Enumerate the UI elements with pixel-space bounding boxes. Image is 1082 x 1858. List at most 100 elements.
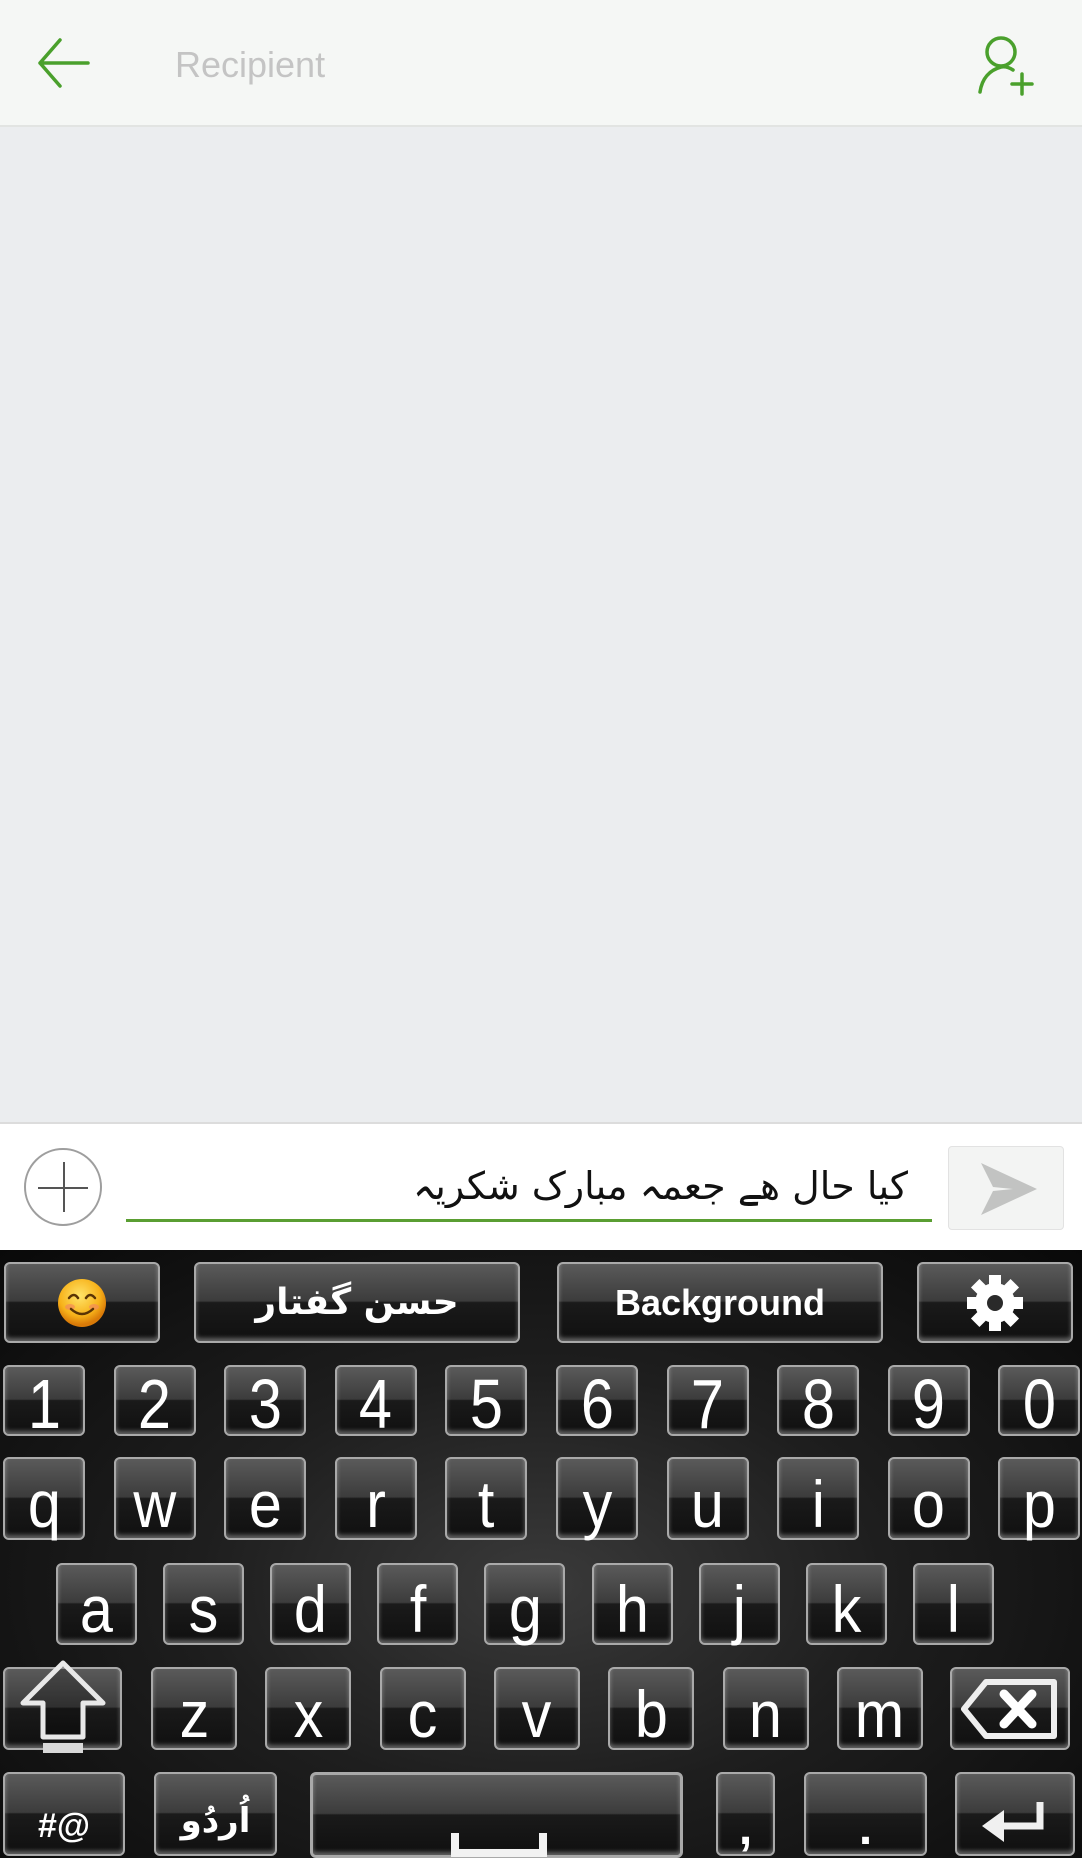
shift-arrow-icon <box>20 1660 106 1753</box>
background-label: Background <box>614 1281 826 1323</box>
key-label: 5 <box>469 1364 503 1443</box>
key-d[interactable]: d <box>270 1563 352 1646</box>
comma-key[interactable]: , <box>716 1772 775 1856</box>
key-label: y <box>582 1466 612 1541</box>
key-l[interactable]: l <box>912 1563 994 1646</box>
key-8[interactable]: 8 <box>777 1364 860 1443</box>
key-label: w <box>133 1466 177 1541</box>
comma-label: , <box>738 1802 753 1855</box>
key-label: r <box>365 1466 386 1541</box>
key-x[interactable]: x <box>265 1667 352 1751</box>
enter-key[interactable] <box>955 1772 1075 1856</box>
language-key[interactable]: اُردُو <box>154 1772 277 1856</box>
smiley-face-icon <box>58 1278 106 1327</box>
shift-key[interactable] <box>3 1660 122 1753</box>
period-key[interactable]: . <box>804 1772 927 1856</box>
key-label: s <box>188 1572 219 1646</box>
key-s[interactable]: s <box>163 1563 245 1646</box>
enter-icon <box>982 1802 1044 1842</box>
key-e[interactable]: e <box>224 1457 307 1540</box>
key-r[interactable]: r <box>334 1457 417 1541</box>
space-key[interactable] <box>310 1772 683 1858</box>
arrow-left-icon <box>38 38 90 88</box>
key-4[interactable]: 4 <box>334 1365 417 1439</box>
gear-icon <box>967 1274 1023 1331</box>
key-label: k <box>831 1572 862 1646</box>
key-5[interactable]: 5 <box>445 1364 528 1443</box>
space-bar-icon <box>451 1833 547 1857</box>
backspace-key[interactable] <box>950 1667 1070 1750</box>
symbols-label: #@ <box>37 1807 91 1845</box>
key-y[interactable]: y <box>556 1457 638 1540</box>
key-9[interactable]: 9 <box>887 1364 970 1443</box>
key-label: f <box>409 1572 427 1646</box>
backspace-icon <box>961 1678 1057 1739</box>
key-label: 8 <box>801 1364 835 1443</box>
key-b[interactable]: b <box>608 1667 695 1751</box>
key-label: u <box>691 1466 725 1541</box>
period-label: . <box>858 1802 873 1855</box>
add-contact-button[interactable] <box>968 30 1038 100</box>
urdu-keyboard: حسن گفتار Background #@ اُردُو , . 1 2 3… <box>0 1250 1082 1858</box>
key-n[interactable]: n <box>722 1667 809 1751</box>
attach-button[interactable] <box>24 1148 102 1226</box>
person-add-icon <box>978 36 1034 96</box>
key-label: t <box>478 1466 495 1541</box>
settings-key[interactable] <box>917 1262 1073 1343</box>
send-button[interactable] <box>948 1146 1064 1230</box>
key-label: n <box>748 1676 783 1751</box>
key-z[interactable]: z <box>151 1667 237 1750</box>
key-label: 3 <box>248 1364 282 1443</box>
key-o[interactable]: o <box>887 1457 970 1541</box>
key-c[interactable]: c <box>379 1667 466 1751</box>
key-label: g <box>508 1572 542 1646</box>
key-k[interactable]: k <box>805 1563 887 1646</box>
background-key[interactable]: Background <box>557 1262 883 1343</box>
key-label: z <box>179 1676 209 1751</box>
key-label: 1 <box>27 1364 61 1443</box>
phrase-label: حسن گفتار <box>255 1281 459 1323</box>
key-label: p <box>1022 1466 1056 1541</box>
key-g[interactable]: g <box>484 1563 566 1646</box>
key-v[interactable]: v <box>493 1667 580 1750</box>
key-label: x <box>293 1676 324 1751</box>
key-3[interactable]: 3 <box>224 1364 307 1443</box>
key-label: l <box>946 1572 960 1646</box>
key-q[interactable]: q <box>3 1457 85 1540</box>
message-input[interactable] <box>126 1152 932 1222</box>
recipient-input[interactable] <box>175 30 935 100</box>
key-label: h <box>615 1572 649 1646</box>
key-2[interactable]: 2 <box>113 1365 196 1439</box>
emoji-key[interactable] <box>4 1262 160 1343</box>
key-j[interactable]: j <box>698 1563 780 1645</box>
key-7[interactable]: 7 <box>666 1364 749 1443</box>
key-w[interactable]: w <box>113 1457 196 1541</box>
key-m[interactable]: m <box>836 1667 923 1751</box>
key-h[interactable]: h <box>591 1563 673 1646</box>
key-label: c <box>407 1676 438 1751</box>
key-a[interactable]: a <box>56 1563 137 1645</box>
key-label: d <box>294 1572 328 1646</box>
key-f[interactable]: f <box>377 1563 459 1646</box>
back-button[interactable] <box>30 28 100 98</box>
key-u[interactable]: u <box>666 1457 749 1541</box>
symbols-key[interactable]: #@ <box>3 1772 125 1856</box>
message-thread-area <box>0 127 1082 1122</box>
key-label: m <box>855 1676 905 1751</box>
key-label: i <box>811 1466 825 1541</box>
key-1[interactable]: 1 <box>3 1364 85 1443</box>
key-label: 6 <box>580 1364 614 1443</box>
key-label: b <box>634 1676 668 1751</box>
send-icon <box>981 1163 1037 1215</box>
language-label: اُردُو <box>180 1801 251 1841</box>
key-p[interactable]: p <box>998 1457 1081 1541</box>
key-6[interactable]: 6 <box>556 1364 638 1443</box>
key-label: 7 <box>691 1364 725 1443</box>
key-label: a <box>79 1572 114 1646</box>
key-label: o <box>912 1466 946 1541</box>
key-t[interactable]: t <box>445 1457 528 1541</box>
phrase-key[interactable]: حسن گفتار <box>194 1262 520 1343</box>
key-i[interactable]: i <box>777 1457 860 1541</box>
key-0[interactable]: 0 <box>998 1365 1081 1439</box>
key-label: 9 <box>912 1364 946 1443</box>
